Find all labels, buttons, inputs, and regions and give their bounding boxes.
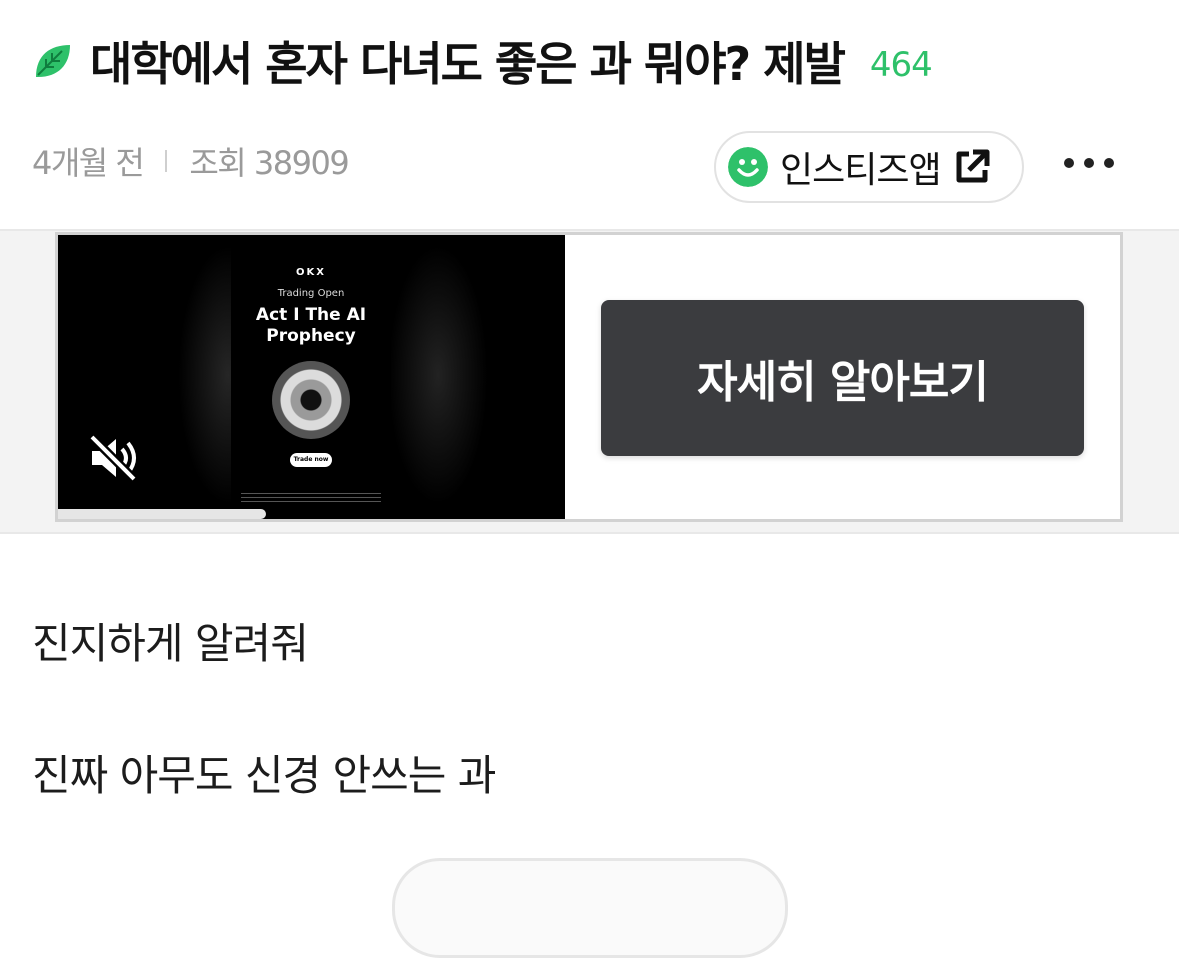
ad-subtitle: Trading Open <box>277 288 345 299</box>
open-app-button[interactable]: 인스티즈앱 <box>714 131 1024 203</box>
post-body-line: 진지하게 알려줘 <box>32 619 309 668</box>
post-header: 대학에서 혼자 다녀도 좋은 과 뭐야? 제발 464 <box>32 28 933 94</box>
ad-headline: Act I The AI Prophecy <box>231 305 391 347</box>
video-progress-bar[interactable] <box>58 509 266 519</box>
external-link-icon <box>956 149 990 183</box>
more-dots-icon <box>1064 158 1074 168</box>
more-dot <box>1084 158 1094 168</box>
ad-container[interactable]: OKX Trading Open Act I The AI Prophecy T… <box>55 232 1123 522</box>
muted-speaker-icon[interactable] <box>86 431 140 485</box>
eye-illustration <box>272 361 350 439</box>
ad-headline-line1: Act I The AI <box>255 305 367 325</box>
meta-divider <box>165 150 168 172</box>
ad-brand-logo: OKX <box>296 267 326 278</box>
post-body-line: 진짜 아무도 신경 안쓰는 과 <box>32 751 496 800</box>
learn-more-button[interactable]: 자세히 알아보기 <box>601 300 1084 456</box>
app-link-label: 인스티즈앱 <box>780 150 942 191</box>
post-views: 조회 38909 <box>189 144 349 182</box>
ad-trade-now: Trade now <box>290 453 332 467</box>
more-options-button[interactable] <box>1064 146 1114 180</box>
post-title: 대학에서 혼자 다녀도 좋은 과 뭐야? 제발 <box>90 37 846 91</box>
ad-headline-line2: Prophecy <box>266 326 356 346</box>
post-time: 4개월 전 <box>32 144 145 182</box>
embedded-card[interactable] <box>392 858 788 958</box>
ad-video[interactable]: OKX Trading Open Act I The AI Prophecy T… <box>58 235 565 519</box>
comment-count[interactable]: 464 <box>870 45 933 85</box>
ad-creative: OKX Trading Open Act I The AI Prophecy T… <box>231 235 391 519</box>
video-backdrop <box>388 245 488 505</box>
ad-disclaimer <box>241 493 381 505</box>
more-dot <box>1104 158 1114 168</box>
post-meta: 4개월 전 조회 38909 <box>32 138 350 184</box>
leaf-icon <box>36 45 70 77</box>
smiley-logo-icon <box>728 147 768 187</box>
